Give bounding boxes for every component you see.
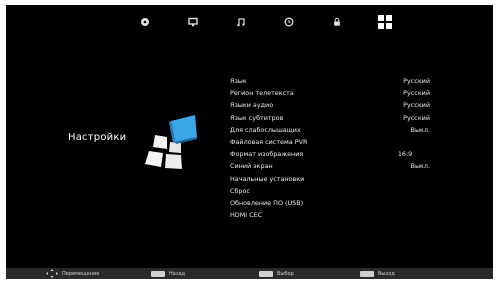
menu-item-aspect-ratio[interactable]: Формат изображения 16:9 (230, 148, 430, 160)
menu-item-value: Выкл. (410, 125, 430, 134)
tab-channel[interactable] (182, 11, 204, 33)
menu-item-reset[interactable]: Сброс (230, 185, 430, 197)
menu-item-software-update[interactable]: Обновление ПО (USB) (230, 197, 430, 209)
hint-menu: Назад (151, 268, 185, 279)
menu-item-label: Синий экран (230, 162, 273, 171)
enter-key-icon (259, 270, 273, 277)
settings-illustration (145, 115, 197, 169)
menu-item-label: Язык (230, 77, 247, 85)
menu-item-audio-languages[interactable]: Языки аудио Русский (230, 99, 430, 111)
tv-menu-screen: Настройки Язык Русский Регион телетекста… (6, 5, 493, 279)
arrows-icon (46, 269, 58, 278)
tab-time[interactable] (278, 11, 300, 33)
menu-item-value: Выкл. (410, 162, 430, 171)
menu-item-value: Русский (403, 113, 430, 122)
menu-item-label: Регион телетекста (230, 89, 294, 98)
menu-item-language[interactable]: Язык Русский (230, 75, 430, 87)
menu-item-label: HDMI CEC (230, 211, 263, 220)
hint-exit-label: Выход (378, 270, 395, 277)
tab-picture[interactable] (134, 11, 156, 33)
settings-menu: Язык Русский Регион телетекста Русский Я… (230, 75, 430, 221)
screen-frame: Настройки Язык Русский Регион телетекста… (0, 0, 499, 284)
menu-item-label: Язык субтитров (230, 113, 284, 122)
tab-lock[interactable] (326, 11, 348, 33)
menu-item-subtitle-language[interactable]: Язык субтитров Русский (230, 112, 430, 124)
tab-settings[interactable] (374, 11, 396, 33)
menu-key-icon (151, 270, 165, 277)
hint-enter-label: Выбор (277, 270, 294, 277)
menu-item-value: 16:9 (397, 150, 413, 159)
menu-item-label: Языки аудио (230, 101, 274, 110)
menu-item-value: Русский (403, 77, 430, 85)
settings-grid-icon (378, 15, 392, 29)
menu-item-teletext-region[interactable]: Регион телетекста Русский (230, 87, 430, 99)
hint-move-label: Перемещение (62, 270, 100, 277)
exit-key-icon (360, 270, 374, 277)
tab-bar (134, 11, 392, 33)
music-icon (237, 18, 245, 27)
hint-bar: Перемещение Назад Выбор Выход (6, 268, 493, 279)
menu-item-initial-setup[interactable]: Начальные установки (230, 173, 430, 185)
menu-item-hdmi-cec[interactable]: HDMI CEC (230, 209, 430, 221)
menu-item-value: Русский (403, 101, 430, 110)
menu-item-value: Русский (403, 89, 430, 98)
hint-menu-label: Назад (169, 270, 186, 277)
menu-item-label: Формат изображения (230, 150, 304, 159)
menu-item-hearing-impaired[interactable]: Для слабослышащих Выкл. (230, 124, 430, 136)
picture-icon (141, 18, 149, 26)
clock-icon (284, 17, 294, 27)
menu-item-label: Для слабослышащих (230, 125, 301, 134)
hint-exit: Выход (360, 268, 395, 279)
menu-item-label: Обновление ПО (USB) (230, 198, 304, 207)
menu-item-label: Сброс (230, 186, 250, 195)
menu-item-label: Начальные установки (230, 174, 305, 183)
hint-move: Перемещение (46, 268, 99, 279)
menu-item-pvr-file-system[interactable]: Файловая система PVR (230, 136, 430, 148)
menu-item-label: Файловая система PVR (230, 137, 308, 146)
menu-item-blue-screen[interactable]: Синий экран Выкл. (230, 160, 430, 172)
section-title: Настройки (68, 132, 127, 143)
hint-enter: Выбор (259, 268, 294, 279)
tv-icon (188, 17, 198, 27)
lock-icon (334, 17, 340, 26)
tab-sound[interactable] (230, 11, 252, 33)
